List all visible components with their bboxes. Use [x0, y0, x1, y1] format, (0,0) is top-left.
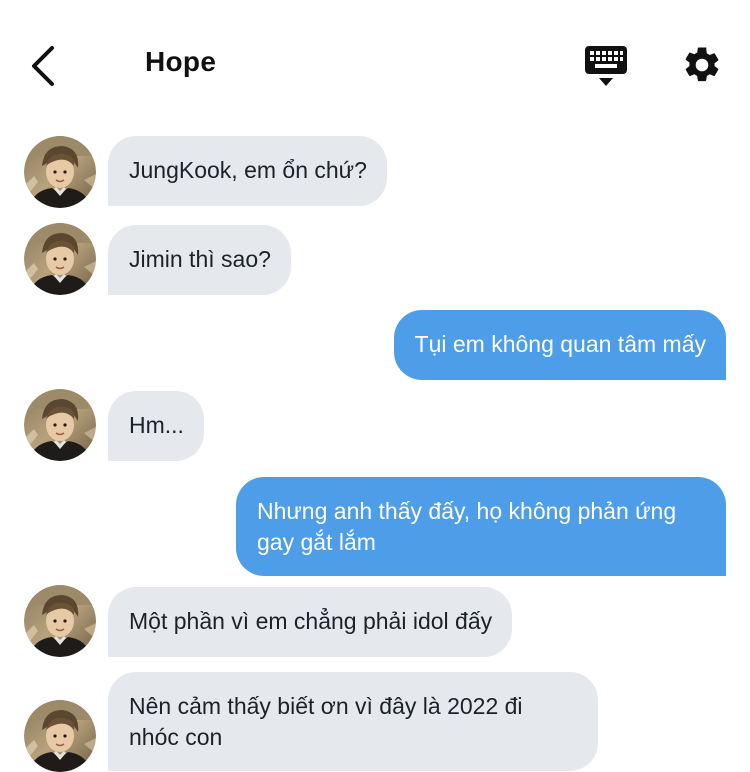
message-row: Một phần vì em chẳng phải idol đấy: [0, 585, 750, 657]
avatar-image: [24, 700, 96, 772]
settings-button[interactable]: [681, 44, 723, 86]
incoming-message-bubble[interactable]: Nên cảm thấy biết ơn vì đây là 2022 đi n…: [108, 672, 598, 771]
message-row: Jimin thì sao?: [0, 223, 750, 295]
chevron-left-icon: [32, 46, 54, 86]
message-row: Hm...: [0, 389, 750, 461]
keyboard-button[interactable]: [584, 44, 628, 88]
chat-title: Hope: [145, 46, 217, 77]
outgoing-message-bubble[interactable]: Nhưng anh thấy đấy, họ không phản ứng ga…: [236, 477, 726, 576]
avatar-image: [24, 585, 96, 657]
avatar-image: [24, 223, 96, 295]
message-row: Nên cảm thấy biết ơn vì đây là 2022 đi n…: [0, 672, 750, 772]
incoming-message-bubble[interactable]: Jimin thì sao?: [108, 225, 291, 295]
incoming-message-bubble[interactable]: Hm...: [108, 391, 204, 461]
avatar[interactable]: [24, 585, 96, 657]
avatar-image: [24, 136, 96, 208]
gear-icon: [685, 47, 719, 82]
avatar[interactable]: [24, 389, 96, 461]
avatar[interactable]: [24, 136, 96, 208]
keyboard-icon: [585, 46, 627, 86]
message-row: Tụi em không quan tâm mấy: [0, 310, 750, 382]
incoming-message-bubble[interactable]: Một phần vì em chẳng phải idol đấy: [108, 587, 513, 657]
avatar[interactable]: [24, 223, 96, 295]
avatar-image: [24, 389, 96, 461]
back-button[interactable]: [28, 44, 62, 88]
chat-header: Hope: [0, 0, 750, 120]
outgoing-message-bubble[interactable]: Tụi em không quan tâm mấy: [393, 310, 726, 380]
avatar[interactable]: [24, 700, 96, 772]
incoming-message-bubble[interactable]: JungKook, em ổn chứ?: [108, 136, 387, 206]
message-row: Nhưng anh thấy đấy, họ không phản ứng ga…: [0, 477, 750, 577]
message-row: JungKook, em ổn chứ?: [0, 136, 750, 208]
